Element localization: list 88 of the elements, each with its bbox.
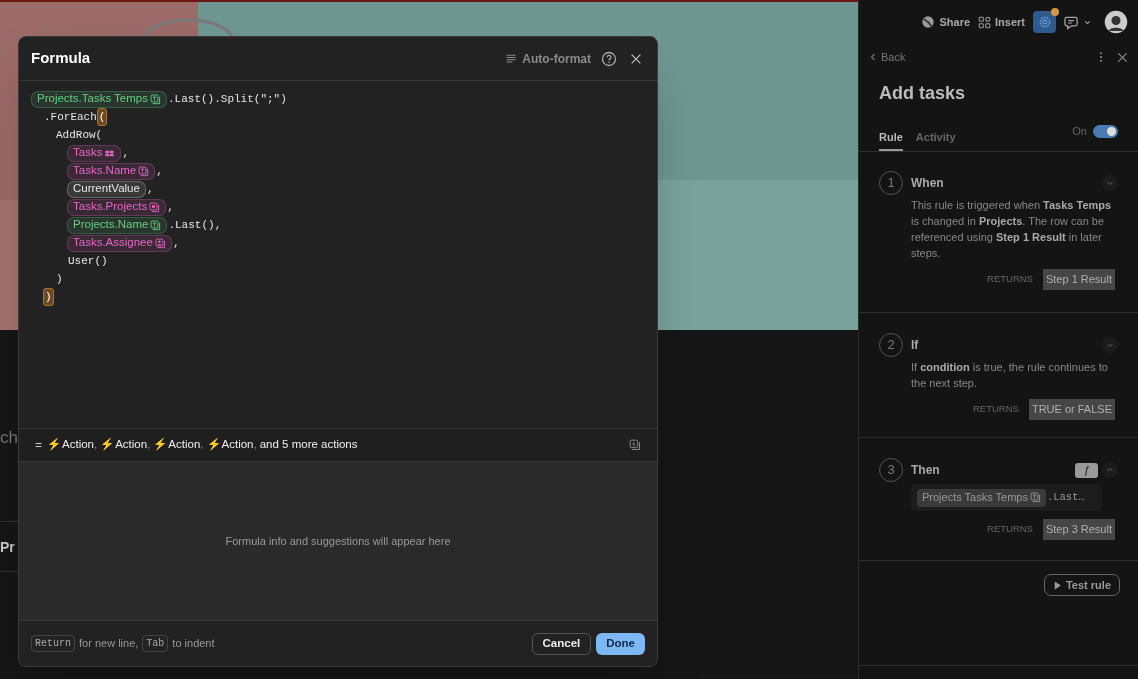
lines-icon	[505, 52, 518, 65]
step-description: If condition is true, the rule continues to the next step.	[911, 360, 1109, 391]
comments-button[interactable]	[1064, 14, 1092, 30]
separator-text: ,	[200, 437, 204, 453]
key-label: Return	[31, 635, 75, 652]
globe-icon	[921, 15, 936, 29]
secondary-button[interactable]: Cancel	[531, 632, 592, 655]
code-text: ,	[146, 181, 154, 197]
code-text: ,	[122, 145, 129, 161]
returns-label: RETURNS	[987, 272, 1033, 287]
test-rule-button[interactable]: Test rule	[1043, 574, 1120, 596]
settings-icon	[1037, 15, 1052, 29]
lookup-column-icon	[149, 201, 161, 213]
column-chip[interactable]: Projects.Name	[67, 216, 168, 234]
caret-down-icon	[1106, 179, 1114, 187]
column-chip[interactable]: Tasks	[67, 144, 122, 162]
action-label: Action	[221, 437, 254, 453]
code-text: .Last(),	[168, 217, 222, 233]
play-icon	[1052, 580, 1062, 590]
back-button[interactable]: Back	[869, 48, 906, 66]
code-text: ,	[172, 235, 180, 251]
step-title: If	[911, 337, 919, 354]
equals-sign: =	[35, 437, 42, 454]
hint-text: to indent	[172, 636, 215, 652]
code-text: .Last().Split(";")	[168, 91, 287, 107]
dialog-title: Formula	[31, 48, 91, 69]
code-text: .Last…	[1046, 489, 1085, 505]
returns-value: Step 1 Result	[1042, 269, 1115, 290]
lightning-icon: ⚡	[153, 436, 168, 454]
panel-title: Add tasks	[878, 82, 967, 105]
info-text: Formula info and suggestions will appear here	[225, 533, 451, 549]
code-text: ,	[156, 163, 163, 179]
auto-format-button[interactable]: Auto-format	[505, 49, 591, 68]
lightning-icon: ⚡	[47, 436, 61, 454]
copy-icon	[629, 439, 641, 451]
close-icon	[1117, 51, 1128, 63]
formula-preview[interactable]: Projects Tasks Temps .Last…	[911, 484, 1102, 511]
formula-badge: ƒ	[1075, 462, 1098, 478]
grid-icon	[978, 15, 992, 29]
share-button[interactable]: Share	[921, 13, 971, 31]
separator-text: ,	[147, 437, 151, 453]
toggle-switch[interactable]	[1093, 125, 1118, 138]
returns-label: RETURNS	[987, 522, 1033, 537]
tab[interactable]: Rule	[879, 116, 903, 151]
insert-button[interactable]: Insert	[978, 13, 1025, 31]
step-title: When	[911, 175, 944, 192]
toggle-label: On	[1072, 124, 1087, 140]
comment-icon	[1064, 14, 1079, 30]
returns-label: RETURNS	[973, 402, 1019, 417]
column-chip: Projects Tasks Temps	[917, 488, 1046, 507]
help-icon	[601, 50, 617, 67]
column-chip[interactable]: CurrentValue	[67, 180, 146, 198]
avatar-icon	[1104, 10, 1128, 34]
text-column-icon	[138, 165, 150, 177]
code-text: .ForEach	[44, 109, 97, 125]
code-text: ,	[167, 199, 174, 215]
highlighted-paren: (	[96, 107, 108, 127]
step-description: This rule is triggered when Tasks Temps is changed in Projects. The row can be referenced using Step 1 Result in later steps.	[911, 198, 1113, 261]
highlighted-paren: )	[43, 287, 54, 307]
text-column-icon	[150, 93, 161, 105]
key-label: Tab	[142, 635, 169, 652]
primary-button[interactable]: Done	[596, 632, 645, 655]
action-label: Action	[62, 437, 94, 453]
caret-up-icon	[1106, 466, 1114, 474]
separator-text: ,	[94, 437, 98, 453]
hint-text: for new line,	[79, 636, 139, 652]
more-actions-text: and 5 more actions	[259, 437, 358, 453]
step-title: Then	[911, 462, 940, 479]
column-chip[interactable]: Tasks.Name	[67, 162, 156, 180]
separator-text: ,	[253, 437, 257, 453]
back-icon	[869, 53, 877, 61]
column-chip[interactable]: Tasks.Assignee	[67, 234, 172, 252]
column-chip[interactable]: Projects.Tasks Temps	[31, 90, 167, 108]
returns-value: Step 3 Result	[1042, 519, 1115, 540]
page-text: Pr	[0, 538, 16, 557]
page-text: ch	[0, 427, 18, 449]
text-column-icon	[150, 219, 162, 231]
code-text: AddRow(	[56, 127, 103, 143]
lightning-icon: ⚡	[100, 436, 115, 454]
caret-down-icon	[1106, 341, 1114, 349]
code-text: )	[56, 271, 63, 287]
person-column-icon	[154, 237, 166, 249]
lightning-icon: ⚡	[206, 436, 221, 454]
settings-button[interactable]	[1033, 11, 1056, 33]
code-text: User()	[68, 253, 108, 269]
column-chip[interactable]: Tasks.Projects	[67, 198, 167, 216]
text-column-icon	[1029, 492, 1041, 503]
returns-value: TRUE or FALSE	[1028, 399, 1115, 420]
